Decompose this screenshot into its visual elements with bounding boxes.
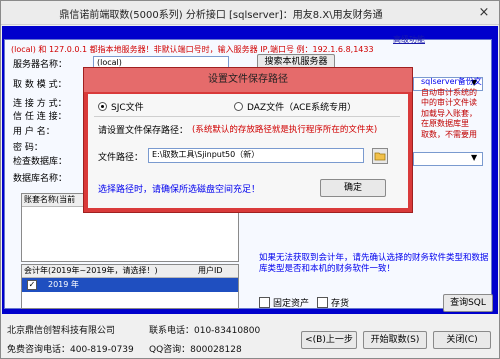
right-hint-line: 在原数据库里 <box>421 119 469 128</box>
check-db-label: 检查数据库： <box>13 157 68 167</box>
dialog-title: 设置文件保存路径 <box>84 68 412 92</box>
close-button[interactable]: 关闭(C) <box>433 331 491 349</box>
browse-folder-button[interactable] <box>372 148 388 164</box>
auth-mode-label: 取 数 模 式： <box>13 80 67 90</box>
title-bar: 鼎信诺前端取数(5000系列) 分析接口 [sqlserver]：用友8.X\用… <box>1 1 499 25</box>
main-window: 鼎信诺前端取数(5000系列) 分析接口 [sqlserver]：用友8.X\用… <box>0 0 500 359</box>
radio-sjc[interactable] <box>98 102 107 111</box>
radio-daz-label: DAZ文件（ACE系统专用） <box>247 103 357 113</box>
advanced-link[interactable]: 高级功能 <box>393 34 425 45</box>
table-row[interactable]: ✓ 2019 年 <box>22 278 238 292</box>
dialog-body: SJC文件 DAZ文件（ACE系统专用） 请设置文件保存路径： (系统默认的存放… <box>88 94 408 208</box>
inventory-label: 存货 <box>331 299 350 309</box>
save-path-dialog: 设置文件保存路径 SJC文件 DAZ文件（ACE系统专用） 请设置文件保存路径：… <box>83 67 413 213</box>
server-label: 服务器名称： <box>13 60 68 70</box>
year-table-header: 会计年(2019年~2019年，请选择！) 用户ID <box>22 265 238 278</box>
password-label: 密 码： <box>13 143 43 153</box>
instruction-note: (系统默认的存放路径就是执行程序所在的文件夹) <box>192 125 378 135</box>
trusted-label: 信 任 连 接： <box>13 112 67 122</box>
user-label: 用 户 名： <box>13 127 55 137</box>
right-hint-line: 自动审计系统的 <box>421 87 477 97</box>
fixed-assets-label: 固定资产 <box>273 299 310 309</box>
hotline: 免费咨询电话：400-819-0739 <box>7 345 134 355</box>
path-input[interactable]: E:\取数工具\Sjinput50（新） <box>148 148 364 163</box>
conn-mode-label: 连 接 方 式： <box>13 99 67 109</box>
row-checkbox[interactable]: ✓ <box>27 280 37 290</box>
right-hint-line: sqlserver备份文 <box>421 77 482 86</box>
company-name: 北京鼎信创智科技有限公司 <box>7 326 116 336</box>
ok-button[interactable]: 确定 <box>320 179 386 197</box>
right-hint-line: 中的审计文件读 <box>421 98 477 107</box>
lower-hint: 如果无法获取到会计年，请先确认选择的财务软件类型和数据库类型是否和本机的财务软件… <box>259 253 489 274</box>
path-label: 文件路径： <box>98 153 144 163</box>
col-year-header: 会计年(2019年~2019年，请选择！) <box>24 266 158 275</box>
dialog-warning: 选择路径时，请确保所选磁盘空间充足！ <box>98 185 261 195</box>
fixed-assets-checkbox[interactable] <box>259 297 270 308</box>
instruction-label: 请设置文件保存路径： <box>98 126 189 136</box>
radio-selected-dot <box>101 105 104 108</box>
db-name-label: 数据库名称： <box>13 174 68 184</box>
prev-button[interactable]: <(B)上一步 <box>301 331 357 349</box>
radio-daz[interactable] <box>234 102 243 111</box>
row-year: 2019 年 <box>48 280 79 289</box>
start-button[interactable]: 开始取数(S) <box>363 331 427 349</box>
right-hint-line: 加载导入账套， <box>421 108 477 118</box>
dialog-divider <box>94 116 400 117</box>
chevron-down-icon[interactable]: ▼ <box>471 153 477 162</box>
contact-phone: 联系电话：010-83410800 <box>149 326 261 336</box>
radio-sjc-label: SJC文件 <box>111 103 144 113</box>
col-user-header: 用户ID <box>198 266 223 275</box>
close-icon[interactable]: × <box>475 4 493 21</box>
right-hint-line: 取数，不需要用 <box>421 129 477 139</box>
folder-icon <box>374 152 386 161</box>
inventory-checkbox[interactable] <box>317 297 328 308</box>
query-sql-button[interactable]: 查询SQL <box>443 294 493 312</box>
qq-group: QQ咨询：800028128 <box>149 345 242 355</box>
right-hint: sqlserver备份文 自动审计系统的 中的审计文件读 加载导入账套， 在原数… <box>421 77 489 147</box>
year-table[interactable]: 会计年(2019年~2019年，请选择！) 用户ID ✓ 2019 年 <box>21 264 239 309</box>
window-title: 鼎信诺前端取数(5000系列) 分析接口 [sqlserver]：用友8.X\用… <box>59 10 383 21</box>
